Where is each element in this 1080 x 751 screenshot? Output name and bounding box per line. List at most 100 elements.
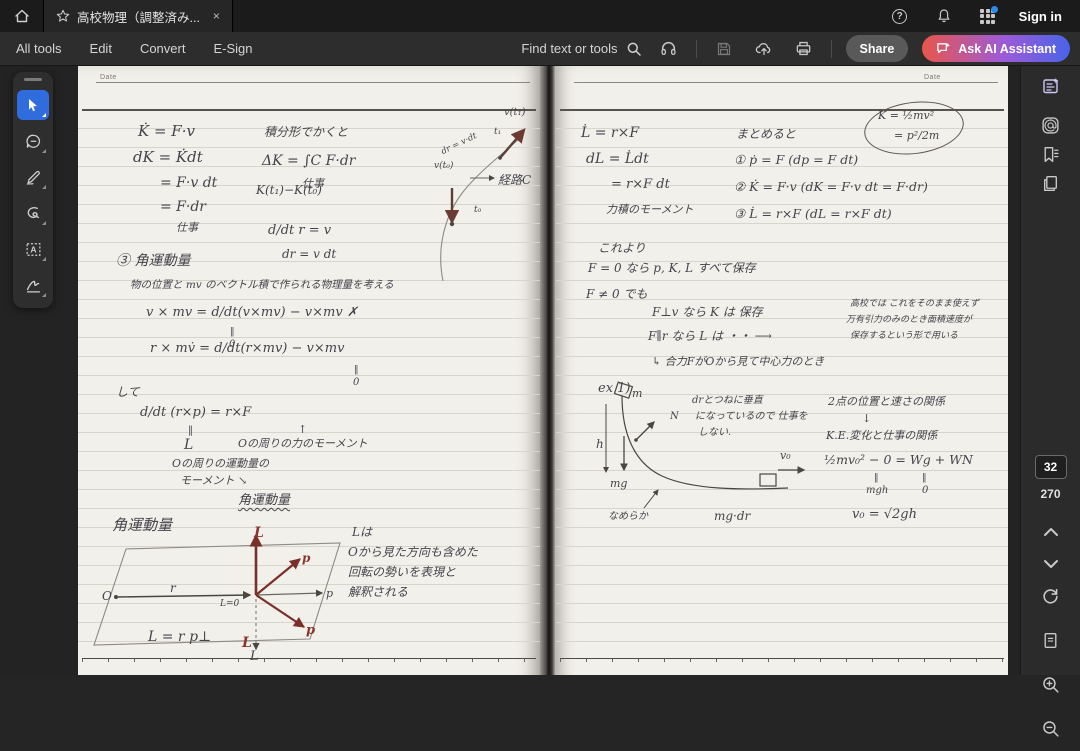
find-text-button[interactable]: Find text or tools xyxy=(521,41,641,57)
handwritten-note: F = 0 なら p, K, L すべて保存 xyxy=(588,262,756,274)
handwritten-note: = p²∕2m xyxy=(894,130,939,141)
tool-comment[interactable] xyxy=(17,126,49,156)
help-button[interactable]: ? xyxy=(887,3,913,29)
handwritten-note: L xyxy=(250,650,259,663)
tool-fill-sign[interactable] xyxy=(17,270,49,300)
tool-draw-pencil[interactable] xyxy=(17,162,49,192)
read-aloud-button[interactable] xyxy=(656,36,682,62)
date-rule xyxy=(96,82,530,83)
tool-lasso[interactable] xyxy=(17,198,49,228)
tool-select-cursor[interactable] xyxy=(17,90,49,120)
home-button[interactable] xyxy=(0,0,44,32)
zoom-in-button[interactable] xyxy=(1034,667,1068,701)
menu-all-tools[interactable]: All tools xyxy=(0,32,76,66)
rotate-icon xyxy=(1041,587,1060,606)
share-label: Share xyxy=(860,42,895,56)
ai-assistant-panel-button[interactable] xyxy=(1034,76,1068,96)
handwritten-note: ↑ xyxy=(298,424,307,435)
handwritten-note: t₀ xyxy=(474,206,481,215)
notifications-button[interactable] xyxy=(931,3,957,29)
handwritten-note: O xyxy=(102,590,112,602)
notification-dot xyxy=(991,6,998,13)
handwritten-note: F ≠ 0 でも xyxy=(586,288,647,300)
handwritten-note: mgh xyxy=(866,486,888,496)
signature-pen-icon xyxy=(25,277,42,294)
handwritten-note: v × mv = d∕dt(v×mv) − v×mv ✗ xyxy=(146,306,358,319)
tab-close-icon[interactable]: × xyxy=(213,9,220,23)
share-button[interactable]: Share xyxy=(846,35,909,62)
handwritten-note: r xyxy=(170,582,176,594)
toolbar-divider2 xyxy=(831,40,832,58)
find-text-label: Find text or tools xyxy=(521,41,617,56)
handwritten-note: まとめると xyxy=(736,128,796,140)
upload-cloud-button[interactable] xyxy=(751,36,777,62)
handwritten-note: ↳ 合力FがOから見て中心力のとき xyxy=(652,356,824,367)
handwritten-note: K̇ = F·v xyxy=(138,124,195,139)
handwritten-note: t₁ xyxy=(494,128,501,137)
document-tab[interactable]: 高校物理（調整済み... × xyxy=(44,0,233,32)
handwritten-note: L xyxy=(184,438,193,452)
print-button[interactable] xyxy=(791,36,817,62)
handwritten-note: 0 xyxy=(922,486,928,496)
notebook-page-right: Date L̇ = r×FdL = L̇dt= r×F dt力積のモーメントまと… xyxy=(556,66,1008,675)
handwritten-note: p xyxy=(326,588,333,599)
app-launcher-button[interactable] xyxy=(975,3,1001,29)
handwritten-note: K.E.変化と仕事の関係 xyxy=(826,430,937,441)
handwritten-note: v₀ xyxy=(780,450,791,461)
page-total-label: 270 xyxy=(1040,487,1060,501)
handwritten-note: mg xyxy=(610,478,627,489)
svg-text:A: A xyxy=(30,244,36,254)
handwritten-note: m xyxy=(632,388,642,399)
toolbar-divider xyxy=(696,40,697,58)
handwritten-note: dL = L̇dt xyxy=(586,152,649,166)
handwritten-note: drとつねに垂直 xyxy=(692,396,763,406)
handwritten-note: ① ṗ = F (dp = F dt) xyxy=(734,154,858,167)
save-button[interactable] xyxy=(711,36,737,62)
handwritten-note: ex 1) xyxy=(598,382,631,395)
handwritten-note: 解釈される xyxy=(348,586,408,598)
handwritten-note: N xyxy=(670,412,679,422)
handwritten-note: d∕dt (r×p) = r×F xyxy=(140,406,251,419)
handwritten-note: 2点の位置と速さの関係 xyxy=(828,396,945,407)
document-viewport[interactable]: Date xyxy=(0,66,1020,675)
printer-icon xyxy=(795,40,812,57)
handwritten-note: F∥r なら L は ・・ ⟶ xyxy=(648,330,772,342)
chevron-up-icon[interactable] xyxy=(1043,527,1059,537)
palette-drag-handle[interactable] xyxy=(24,78,42,81)
page-indicator: 32 270 xyxy=(1035,455,1067,569)
fit-page-button[interactable] xyxy=(1034,623,1068,657)
menu-edit[interactable]: Edit xyxy=(76,32,126,66)
handwritten-note: p xyxy=(306,624,315,637)
sign-in-button[interactable]: Sign in xyxy=(1019,9,1062,24)
tool-select-text[interactable]: A xyxy=(17,234,49,264)
rotate-page-button[interactable] xyxy=(1034,579,1068,613)
comment-bubble-icon xyxy=(25,133,42,150)
chevron-down-icon[interactable] xyxy=(1043,559,1059,569)
page-number-input[interactable]: 32 xyxy=(1035,455,1067,479)
handwritten-note: 角運動量 xyxy=(238,494,290,507)
zoom-out-button[interactable] xyxy=(1034,711,1068,745)
handwritten-note: = F·v dt xyxy=(160,176,217,190)
menu-convert[interactable]: Convert xyxy=(126,32,200,66)
handwritten-note: ‖ xyxy=(874,474,879,483)
handwritten-note: r × mv̇ = d∕dt(r×mv) − v×mv xyxy=(150,342,344,355)
notebook-page-left: Date xyxy=(78,66,540,675)
handwritten-note: 積分形でかくと xyxy=(264,126,348,138)
quick-tools-palette: A xyxy=(13,72,53,308)
bookmark-icon xyxy=(1041,145,1060,164)
handwritten-note: ½mv₀² − 0 = Wg + WN xyxy=(824,454,973,467)
handwritten-note: dK = K̇dt xyxy=(133,150,203,165)
text-select-icon: A xyxy=(25,241,42,258)
bookmarks-panel-button[interactable] xyxy=(1034,145,1068,164)
menu-esign[interactable]: E-Sign xyxy=(199,32,266,66)
comments-panel-button[interactable] xyxy=(1034,116,1068,135)
handwritten-note: v(t₀) xyxy=(434,162,453,171)
handwritten-note: L xyxy=(254,526,264,540)
thumbnails-panel-button[interactable] xyxy=(1034,174,1068,193)
handwritten-note: 力積のモーメント xyxy=(606,204,694,215)
ask-ai-assistant-button[interactable]: Ask AI Assistant xyxy=(922,35,1070,62)
angular-momentum-diagram xyxy=(78,521,358,671)
handwritten-note: L̇ = r×F xyxy=(581,126,639,140)
handwritten-note: p xyxy=(302,552,310,564)
handwritten-note: 高校では これをそのまま使えず xyxy=(850,300,979,309)
